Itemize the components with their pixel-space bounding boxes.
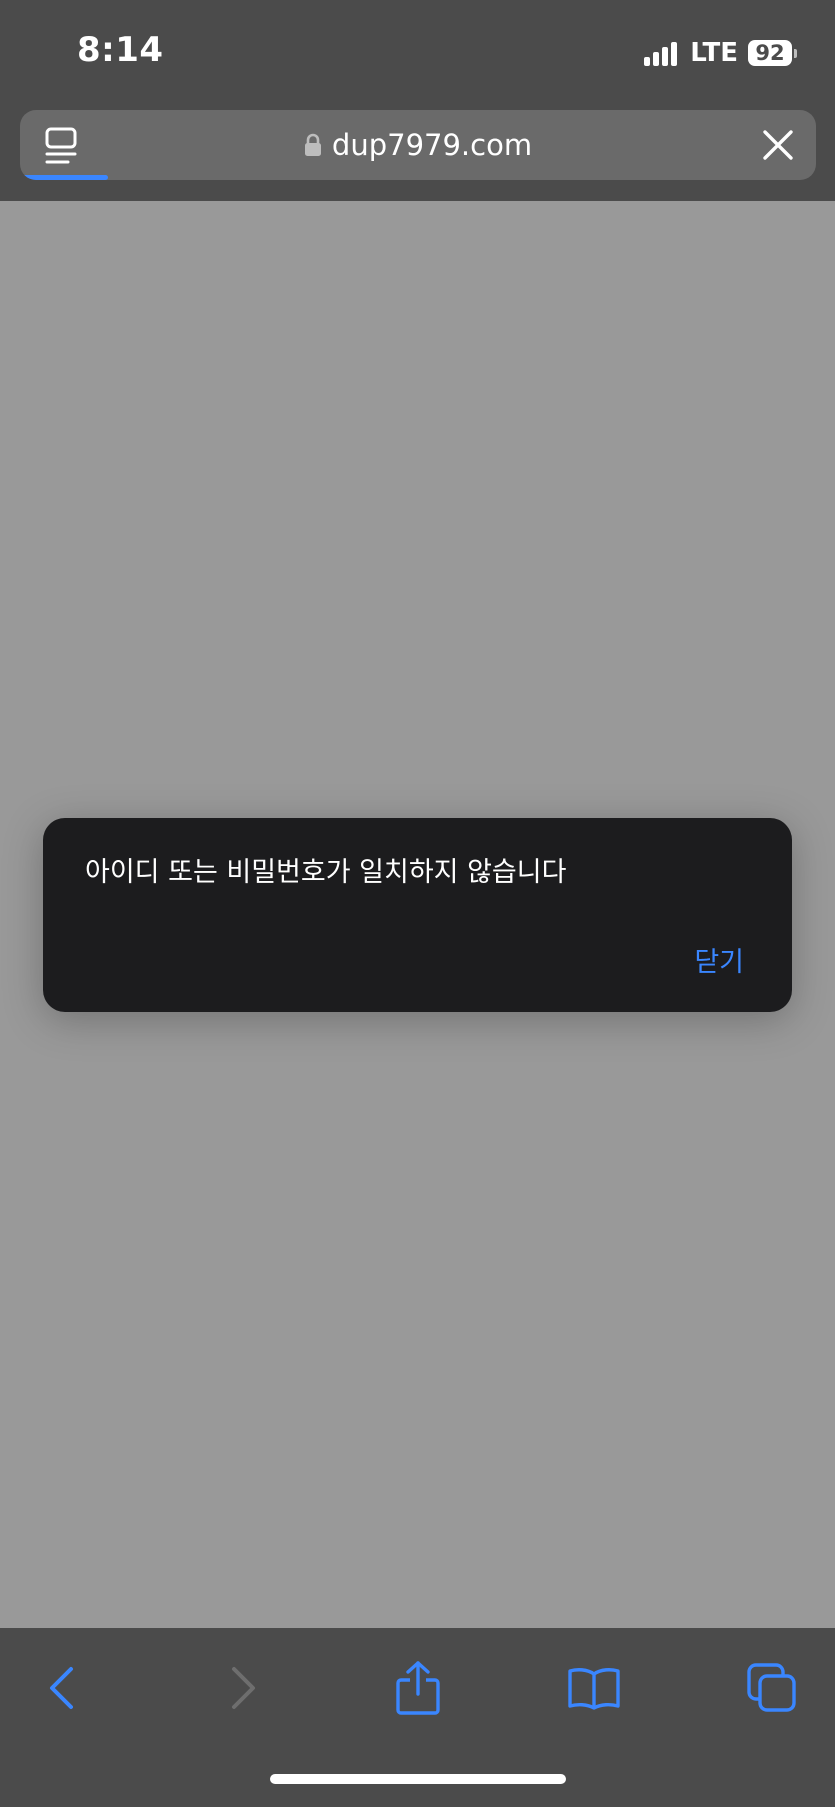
status-indicators: LTE 92 <box>644 36 797 70</box>
url-display[interactable]: dup7979.com <box>20 110 816 180</box>
address-bar[interactable]: dup7979.com <box>20 110 816 180</box>
forward-icon[interactable] <box>213 1658 273 1718</box>
signal-icon <box>644 40 680 66</box>
back-icon[interactable] <box>32 1658 92 1718</box>
page-load-progress <box>20 175 108 180</box>
url-text: dup7979.com <box>331 128 533 162</box>
alert-dialog: 아이디 또는 비밀번호가 일치하지 않습니다 닫기 <box>43 818 792 1012</box>
screen: 8:14 LTE 92 dup7979.com 아이디 또는 비밀번호가 일치하… <box>0 0 835 1807</box>
battery-tip <box>794 48 797 58</box>
battery-icon: 92 <box>748 40 792 66</box>
network-label: LTE <box>690 38 738 68</box>
browser-top-toolbar: dup7979.com <box>0 100 835 201</box>
tabs-icon[interactable] <box>742 1658 802 1718</box>
bookmarks-icon[interactable] <box>564 1658 624 1718</box>
share-icon[interactable] <box>388 1658 448 1718</box>
alert-message: 아이디 또는 비밀번호가 일치하지 않습니다 <box>85 857 567 888</box>
home-indicator[interactable] <box>270 1774 566 1784</box>
lock-icon <box>304 133 321 156</box>
close-icon[interactable] <box>762 129 794 161</box>
close-alert-button[interactable]: 닫기 <box>694 940 744 979</box>
status-bar: 8:14 LTE 92 <box>0 0 835 100</box>
status-time: 8:14 <box>77 30 164 70</box>
